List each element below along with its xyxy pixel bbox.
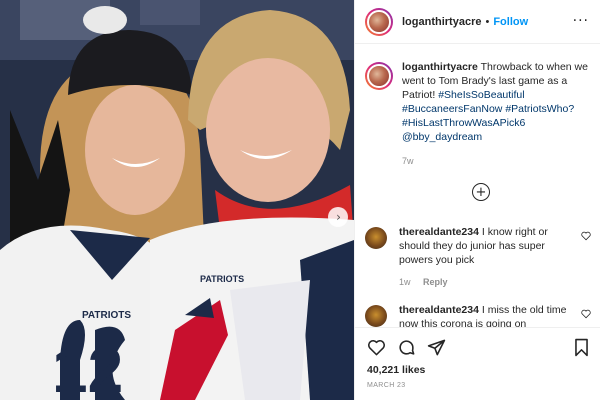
- post-photo[interactable]: PATRIOTS 12 PATRIOTS ›: [0, 0, 354, 400]
- jersey-wordmark-left: PATRIOTS: [82, 310, 131, 321]
- likes-count[interactable]: 40,221 likes: [367, 364, 425, 376]
- chevron-right-icon: ›: [336, 210, 341, 224]
- more-options-icon[interactable]: ···: [573, 13, 589, 29]
- header-separator: •: [485, 15, 490, 28]
- comment-body: therealdante234 I miss the old time now …: [399, 303, 579, 327]
- commenter-username[interactable]: therealdante234: [399, 226, 479, 238]
- next-photo-button[interactable]: ›: [328, 207, 348, 227]
- comment-body: therealdante234 I know right or should t…: [399, 225, 579, 289]
- author-username[interactable]: loganthirtyacre: [402, 16, 481, 28]
- author-avatar[interactable]: [365, 7, 393, 36]
- commenter-avatar[interactable]: [365, 227, 387, 249]
- mention[interactable]: @bby_daydream: [402, 131, 482, 143]
- comment-meta: 1w Reply: [399, 275, 579, 289]
- caption-text-block: loganthirtyacre Throwback to when we wen…: [402, 60, 592, 168]
- jersey-number-left: 12: [52, 334, 123, 400]
- bookmark-icon[interactable]: [573, 338, 590, 357]
- comment-icon[interactable]: [397, 338, 416, 357]
- hashtag[interactable]: #BuccaneersFanNow: [402, 103, 502, 115]
- post-actions: 40,221 likes MARCH 23: [355, 327, 600, 400]
- post-date[interactable]: MARCH 23: [367, 382, 406, 389]
- comment-like-icon[interactable]: [581, 309, 591, 319]
- commenter-avatar[interactable]: [365, 305, 387, 327]
- hashtag[interactable]: #SheIsSoBeautiful: [438, 89, 524, 101]
- post-header: loganthirtyacre • Follow ···: [355, 0, 600, 44]
- reply-button[interactable]: Reply: [423, 277, 448, 287]
- post-caption: loganthirtyacre Throwback to when we wen…: [365, 60, 595, 168]
- comment-item: therealdante234 I know right or should t…: [365, 225, 593, 289]
- comment-timestamp[interactable]: 1w: [399, 277, 411, 287]
- comment-item: therealdante234 I miss the old time now …: [365, 303, 593, 327]
- plus-circle-icon[interactable]: +: [472, 183, 490, 201]
- hashtag[interactable]: #PatriotsWho?: [505, 103, 574, 115]
- share-icon[interactable]: [427, 338, 446, 357]
- post-side-panel: loganthirtyacre • Follow ··· loganthirty…: [354, 0, 600, 400]
- caption-avatar[interactable]: [365, 62, 393, 90]
- heart-icon[interactable]: [367, 338, 386, 357]
- jersey-wordmark-right: PATRIOTS: [200, 274, 244, 284]
- hashtag[interactable]: #HisLastThrowWasAPick6: [402, 117, 525, 129]
- comment-like-icon[interactable]: [581, 231, 591, 241]
- selfie-illustration: PATRIOTS 12 PATRIOTS: [0, 0, 354, 400]
- comments-list: therealdante234 I know right or should t…: [355, 215, 600, 327]
- caption-timestamp[interactable]: 7w: [402, 154, 592, 168]
- follow-button[interactable]: Follow: [493, 16, 528, 28]
- instagram-post: PATRIOTS 12 PATRIOTS › loganthirtyacre •…: [0, 0, 600, 400]
- commenter-username[interactable]: therealdante234: [399, 304, 479, 316]
- caption-username[interactable]: loganthirtyacre: [402, 61, 478, 73]
